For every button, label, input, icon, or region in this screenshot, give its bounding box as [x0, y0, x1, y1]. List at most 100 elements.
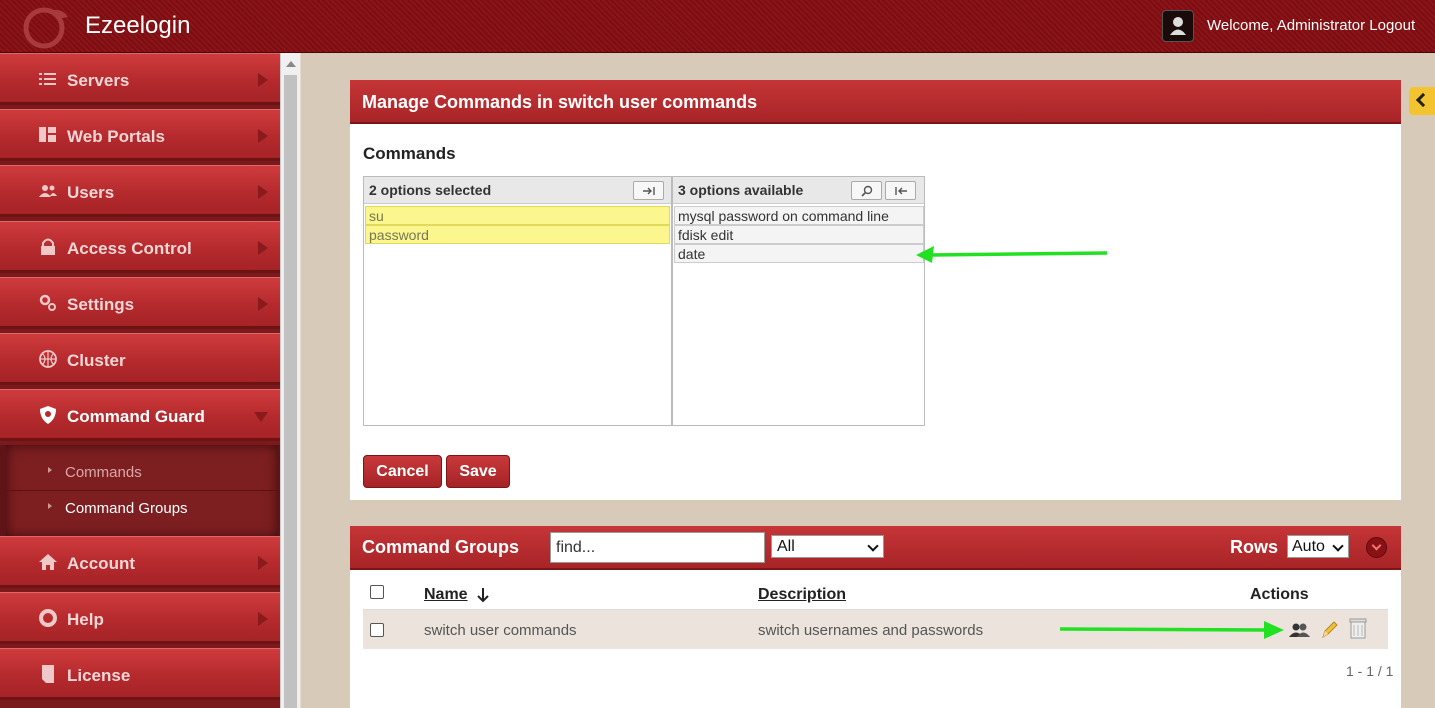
chevron-right-icon	[258, 185, 268, 199]
available-options-list: 3 options available mysql password on co…	[672, 176, 925, 426]
rows-select-value: Auto	[1292, 538, 1325, 555]
commands-field-label: Commands	[363, 144, 456, 163]
sidebar-scrollbar[interactable]	[280, 53, 300, 708]
scroll-up-icon[interactable]	[286, 61, 296, 67]
scroll-thumb[interactable]	[284, 75, 297, 708]
toggle-sidebar-tab[interactable]	[1409, 87, 1435, 115]
sidebar-item-label: Command Guard	[67, 407, 205, 426]
sort-descending-icon[interactable]	[476, 587, 490, 603]
top-bar: Ezeelogin Welcome, Administrator Logout	[0, 0, 1435, 53]
name-header-label: Name	[424, 586, 468, 603]
welcome-logout-link[interactable]: Welcome, Administrator Logout	[1207, 17, 1415, 34]
collapse-panel-button[interactable]	[1366, 537, 1387, 558]
sidebar-item-servers[interactable]: Servers	[0, 53, 280, 105]
annotation-arrow-icon	[916, 246, 1108, 263]
panel-header: Command Groups find... All Rows Auto	[350, 526, 1401, 570]
available-option[interactable]: date	[674, 244, 924, 263]
chevron-down-icon	[867, 540, 879, 552]
chevron-down-icon	[1371, 540, 1382, 551]
subitem-label: Command Groups	[65, 500, 188, 517]
cancel-button[interactable]: Cancel	[363, 455, 442, 488]
shield-icon	[40, 406, 56, 424]
main-content: Manage Commands in switch user commands …	[301, 53, 1435, 708]
pagination-info: 1 - 1 / 1	[1346, 663, 1394, 679]
sidebar-item-account[interactable]: Account	[0, 536, 280, 588]
sidebar-item-label: Web Portals	[67, 127, 165, 146]
selected-option[interactable]: su	[365, 206, 670, 225]
chevron-left-icon	[1415, 92, 1431, 108]
row-description: switch usernames and passwords	[758, 622, 984, 639]
subitem-label: Commands	[65, 464, 142, 481]
sidebar-subitem-command-groups[interactable]: Command Groups	[6, 490, 278, 526]
sidebar-item-label: Help	[67, 610, 104, 629]
delete-icon[interactable]	[1348, 616, 1368, 640]
gears-icon	[39, 294, 56, 311]
panel-title: Manage Commands in switch user commands	[362, 92, 758, 112]
actions-column-header: Actions	[1250, 586, 1309, 603]
sidebar-item-label: Users	[67, 183, 115, 202]
remove-all-icon	[642, 187, 655, 195]
sidebar-item-label: Account	[67, 554, 135, 573]
list-icon	[39, 73, 56, 85]
sidebar-item-label: Servers	[67, 71, 130, 90]
user-icon	[1170, 17, 1186, 35]
sidebar-item-users[interactable]: Users	[0, 165, 280, 217]
available-option[interactable]: mysql password on command line	[674, 206, 924, 225]
sidebar-item-cluster[interactable]: Cluster	[0, 333, 280, 385]
sidebar-subitem-commands[interactable]: Commands	[6, 454, 278, 490]
sidebar-item-license[interactable]: License	[0, 648, 280, 700]
selected-count: 2 options selected	[369, 182, 492, 198]
lifebuoy-icon	[39, 609, 57, 627]
command-groups-panel: Command Groups find... All Rows Auto Nam…	[350, 526, 1401, 708]
description-column-header[interactable]: Description	[758, 586, 846, 604]
search-options-button[interactable]	[851, 181, 882, 200]
chevron-right-icon	[258, 241, 268, 255]
chevron-down-icon	[1332, 540, 1344, 552]
rows-select[interactable]: Auto	[1287, 535, 1349, 558]
available-list-header: 3 options available	[673, 177, 924, 204]
name-column-header[interactable]: Name	[424, 586, 468, 604]
avatar-icon[interactable]	[1162, 10, 1194, 42]
filter-select[interactable]: All	[771, 535, 884, 558]
sidebar-item-access-control[interactable]: Access Control	[0, 221, 280, 273]
selected-option[interactable]: password	[365, 225, 670, 244]
row-checkbox[interactable]	[370, 623, 384, 637]
sidebar-item-settings[interactable]: Settings	[0, 277, 280, 329]
edit-icon[interactable]	[1320, 620, 1338, 640]
manage-commands-panel: Manage Commands in switch user commands …	[350, 80, 1401, 500]
bullet-icon	[48, 467, 52, 473]
sidebar-submenu: Commands Command Groups	[0, 445, 280, 537]
find-input[interactable]: find...	[550, 532, 765, 563]
sidebar-item-web-portals[interactable]: Web Portals	[0, 109, 280, 161]
filter-select-value: All	[777, 538, 795, 555]
rows-label: Rows	[1230, 537, 1279, 557]
add-all-button[interactable]	[885, 181, 916, 200]
chevron-right-icon	[258, 612, 268, 626]
bullet-icon	[48, 503, 52, 509]
add-all-icon	[894, 187, 907, 195]
logo-icon	[23, 7, 68, 49]
sidebar-item-command-guard[interactable]: Command Guard	[0, 389, 280, 441]
sidebar-item-help[interactable]: Help	[0, 592, 280, 644]
remove-all-button[interactable]	[633, 181, 664, 200]
panel-title: Command Groups	[362, 537, 520, 557]
save-button[interactable]: Save	[446, 455, 510, 488]
lock-icon	[41, 238, 55, 255]
manage-users-icon[interactable]	[1289, 622, 1311, 638]
chevron-right-icon	[258, 129, 268, 143]
sidebar-item-label: Access Control	[67, 239, 192, 258]
sidebar-item-label: License	[67, 666, 131, 685]
annotation-arrow-icon	[1059, 621, 1284, 639]
available-count: 3 options available	[678, 182, 804, 198]
sidebar-item-label: Settings	[67, 295, 135, 314]
sidebar: Servers Web Portals Users Access Control…	[0, 53, 280, 708]
selected-options-list: 2 options selected su password	[363, 176, 672, 426]
row-name: switch user commands	[424, 622, 577, 639]
available-option[interactable]: fdisk edit	[674, 225, 924, 244]
app-title: Ezeelogin	[85, 12, 191, 39]
document-icon	[42, 665, 54, 683]
selected-list-header: 2 options selected	[364, 177, 671, 204]
chevron-right-icon	[258, 73, 268, 87]
users-icon	[39, 185, 57, 197]
select-all-checkbox[interactable]	[370, 585, 384, 599]
